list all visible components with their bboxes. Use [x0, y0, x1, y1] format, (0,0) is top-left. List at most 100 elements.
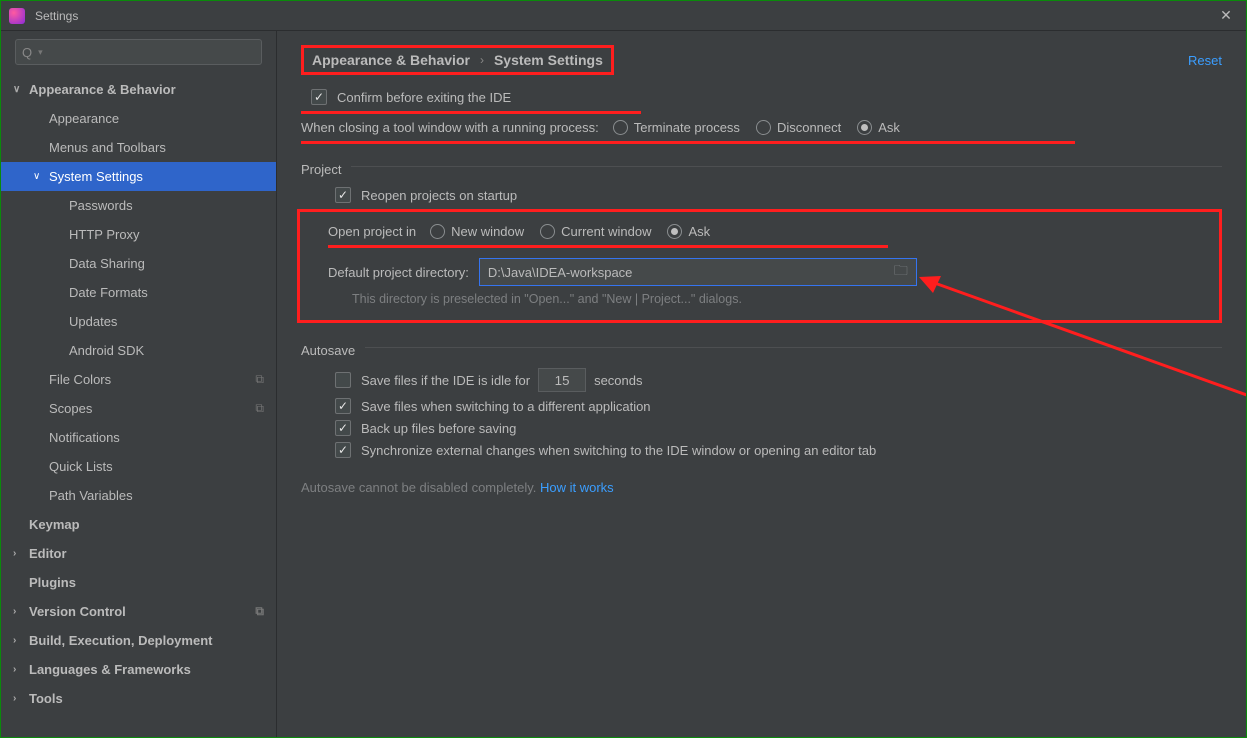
sidebar-item[interactable]: Plugins [1, 568, 276, 597]
sidebar-item[interactable]: Date Formats [1, 278, 276, 307]
idle-seconds-input[interactable] [538, 368, 586, 392]
chevron-right-icon: › [13, 635, 27, 646]
sidebar-item-label: Appearance [49, 111, 119, 126]
chevron-right-icon: › [13, 548, 27, 559]
closing-process-label: When closing a tool window with a runnin… [301, 120, 599, 135]
breadcrumb-separator-icon: › [480, 53, 484, 67]
default-dir-hint: This directory is preselected in "Open..… [352, 292, 1209, 306]
closing-ask-label: Ask [878, 120, 900, 135]
project-section-title: Project [301, 162, 341, 177]
sidebar-item-label: Tools [29, 691, 63, 706]
default-dir-value: D:\Java\IDEA-workspace [488, 265, 633, 280]
closing-ask-radio[interactable] [857, 120, 872, 135]
save-idle-suffix: seconds [594, 373, 642, 388]
breadcrumb: Appearance & Behavior › System Settings [301, 45, 614, 75]
sidebar-item[interactable]: ›Languages & Frameworks [1, 655, 276, 684]
how-it-works-link[interactable]: How it works [540, 480, 614, 495]
folder-icon[interactable]: 🗀 [894, 260, 908, 284]
sidebar-item[interactable]: Appearance [1, 104, 276, 133]
close-icon[interactable]: ✕ [1214, 7, 1238, 24]
open-ask-radio[interactable] [667, 224, 682, 239]
sidebar-item-label: Plugins [29, 575, 76, 590]
confirm-exit-checkbox[interactable] [311, 89, 327, 105]
save-switch-app-label: Save files when switching to a different… [361, 399, 651, 414]
open-project-in-label: Open project in [328, 224, 416, 239]
autosave-section-title: Autosave [301, 343, 355, 358]
open-current-window-label: Current window [561, 224, 651, 239]
sidebar-item-label: Passwords [69, 198, 133, 213]
sync-external-label: Synchronize external changes when switch… [361, 443, 876, 458]
open-new-window-radio[interactable] [430, 224, 445, 239]
sidebar-item-label: File Colors [49, 372, 111, 387]
chevron-right-icon: › [13, 693, 27, 704]
sidebar-item[interactable]: File Colors ⧉ [1, 365, 276, 394]
breadcrumb-group[interactable]: Appearance & Behavior [312, 52, 470, 68]
settings-tree: ∨Appearance & BehaviorAppearanceMenus an… [1, 73, 276, 737]
sidebar-item-label: HTTP Proxy [69, 227, 140, 242]
sidebar-item-label: Appearance & Behavior [29, 82, 176, 97]
breadcrumb-page: System Settings [494, 52, 603, 68]
sidebar-item-label: Data Sharing [69, 256, 145, 271]
sidebar-item[interactable]: Updates [1, 307, 276, 336]
window-title: Settings [35, 9, 78, 23]
chevron-down-icon: ∨ [13, 84, 27, 95]
sidebar-item-label: System Settings [49, 169, 143, 184]
save-switch-app-checkbox[interactable] [335, 398, 351, 414]
autosave-note: Autosave cannot be disabled completely. [301, 480, 536, 495]
reset-link[interactable]: Reset [1188, 53, 1222, 68]
project-scope-icon: ⧉ [255, 401, 264, 416]
chevron-down-icon: ▾ [38, 47, 43, 58]
sync-external-checkbox[interactable] [335, 442, 351, 458]
sidebar-item[interactable]: HTTP Proxy [1, 220, 276, 249]
reopen-projects-checkbox[interactable] [335, 187, 351, 203]
sidebar-item[interactable]: ›Tools [1, 684, 276, 713]
project-scope-icon: ⧉ [255, 372, 264, 387]
sidebar-item[interactable]: ›Version Control⧉ [1, 597, 276, 626]
sidebar-item-label: Build, Execution, Deployment [29, 633, 212, 648]
default-dir-input[interactable]: D:\Java\IDEA-workspace 🗀 [479, 258, 917, 286]
sidebar: Q ▾ ∨Appearance & BehaviorAppearanceMenu… [1, 31, 277, 737]
sidebar-item-label: Date Formats [69, 285, 148, 300]
sidebar-item-label: Quick Lists [49, 459, 113, 474]
sidebar-item-label: Scopes [49, 401, 92, 416]
open-ask-label: Ask [688, 224, 710, 239]
backup-checkbox[interactable] [335, 420, 351, 436]
closing-disconnect-label: Disconnect [777, 120, 841, 135]
project-scope-icon: ⧉ [255, 604, 264, 619]
search-icon: Q [22, 45, 32, 60]
sidebar-item-label: Keymap [29, 517, 80, 532]
sidebar-item[interactable]: Data Sharing [1, 249, 276, 278]
open-current-window-radio[interactable] [540, 224, 555, 239]
titlebar: Settings ✕ [1, 1, 1246, 31]
closing-terminate-label: Terminate process [634, 120, 740, 135]
reopen-projects-label: Reopen projects on startup [361, 188, 517, 203]
sidebar-item[interactable]: Notifications [1, 423, 276, 452]
sidebar-item[interactable]: Quick Lists [1, 452, 276, 481]
sidebar-item[interactable]: ∨System Settings [1, 162, 276, 191]
closing-disconnect-radio[interactable] [756, 120, 771, 135]
sidebar-item-label: Android SDK [69, 343, 144, 358]
sidebar-item[interactable]: ›Build, Execution, Deployment [1, 626, 276, 655]
sidebar-item[interactable]: Android SDK [1, 336, 276, 365]
save-idle-checkbox[interactable] [335, 372, 351, 388]
sidebar-item-label: Editor [29, 546, 67, 561]
annotation-highlight-box: Open project in New window Current windo… [297, 209, 1222, 323]
sidebar-item[interactable]: Menus and Toolbars [1, 133, 276, 162]
sidebar-item[interactable]: Keymap [1, 510, 276, 539]
sidebar-item[interactable]: ∨Appearance & Behavior [1, 75, 276, 104]
closing-terminate-radio[interactable] [613, 120, 628, 135]
default-dir-label: Default project directory: [328, 265, 469, 280]
sidebar-item-label: Notifications [49, 430, 120, 445]
sidebar-item[interactable]: Path Variables [1, 481, 276, 510]
main-panel: Appearance & Behavior › System Settings … [277, 31, 1246, 737]
sidebar-item[interactable]: Passwords [1, 191, 276, 220]
sidebar-item[interactable]: ›Editor [1, 539, 276, 568]
chevron-down-icon: ∨ [33, 171, 47, 182]
sidebar-item[interactable]: Scopes ⧉ [1, 394, 276, 423]
sidebar-item-label: Path Variables [49, 488, 133, 503]
backup-label: Back up files before saving [361, 421, 516, 436]
sidebar-item-label: Languages & Frameworks [29, 662, 191, 677]
open-new-window-label: New window [451, 224, 524, 239]
chevron-right-icon: › [13, 664, 27, 675]
search-input[interactable]: Q ▾ [15, 39, 262, 65]
